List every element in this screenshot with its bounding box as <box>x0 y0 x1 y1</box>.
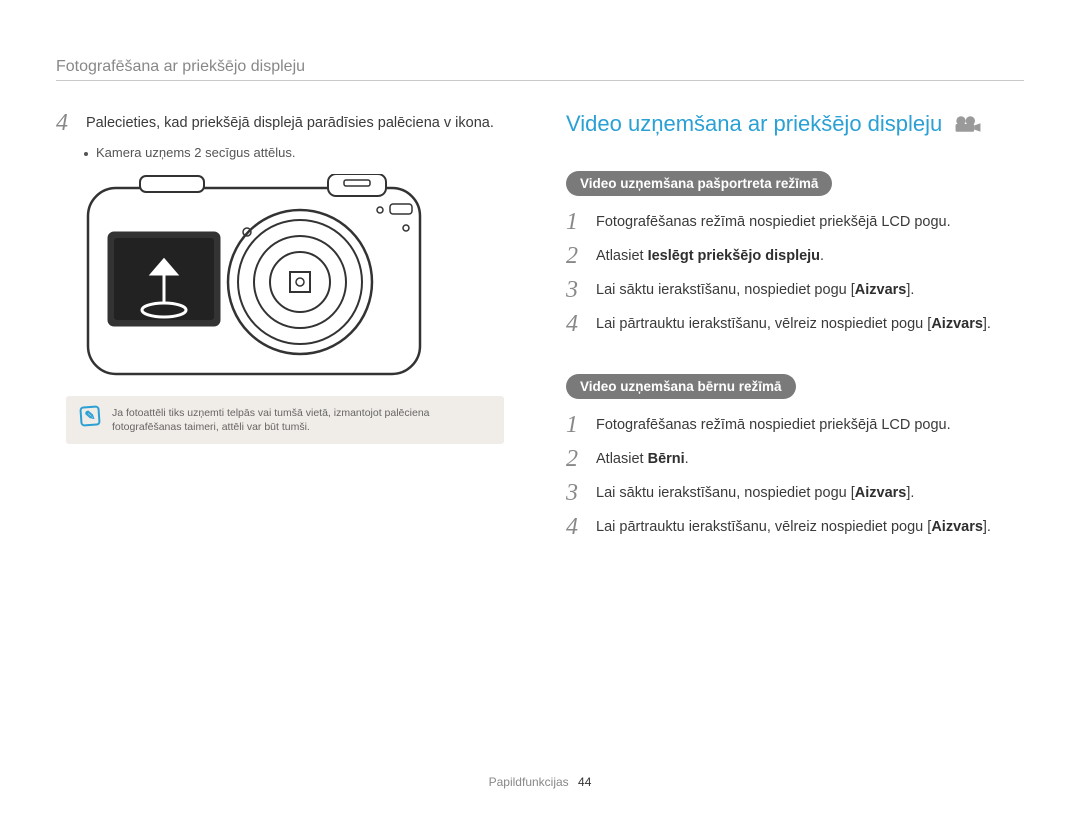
step-number: 4 <box>566 515 586 539</box>
note-box: ✎ Ja fotoattēli tiks uzņemti telpās vai … <box>66 396 504 444</box>
movie-camera-icon <box>954 115 982 133</box>
step-number: 4 <box>56 111 76 135</box>
step-number: 1 <box>566 413 586 437</box>
footer-label: Papildfunkcijas <box>489 775 569 789</box>
step-number: 2 <box>566 447 586 471</box>
step-number: 3 <box>566 481 586 505</box>
step-text: Lai pārtrauktu ierakstīšanu, vēlreiz nos… <box>596 515 991 538</box>
step-4: 4 Palecieties, kad priekšējā displejā pa… <box>56 111 514 135</box>
step-text: Atlasiet Ieslēgt priekšējo displeju. <box>596 244 824 267</box>
step-text: Lai pārtrauktu ierakstīšanu, vēlreiz nos… <box>596 312 991 335</box>
step-text: Palecieties, kad priekšējā displejā parā… <box>86 111 494 134</box>
step-number: 2 <box>566 244 586 268</box>
note-text: Ja fotoattēli tiks uzņemti telpās vai tu… <box>112 406 490 434</box>
footer-page-number: 44 <box>578 775 591 789</box>
s1-step-2: 2 Atlasiet Ieslēgt priekšējo displeju. <box>566 244 1024 268</box>
step-number: 3 <box>566 278 586 302</box>
s2-step-3: 3 Lai sāktu ierakstīšanu, nospiediet pog… <box>566 481 1024 505</box>
s1-step-3: 3 Lai sāktu ierakstīšanu, nospiediet pog… <box>566 278 1024 302</box>
section-title: Video uzņemšana ar priekšējo displeju <box>566 111 1024 137</box>
camera-illustration <box>84 174 424 378</box>
info-icon: ✎ <box>79 405 100 426</box>
step-text: Fotografēšanas režīmā nospiediet priekšē… <box>596 210 951 233</box>
step-text: Lai sāktu ierakstīšanu, nospiediet pogu … <box>596 278 914 301</box>
s2-step-2: 2 Atlasiet Bērni. <box>566 447 1024 471</box>
footer: Papildfunkcijas 44 <box>0 775 1080 789</box>
left-column: 4 Palecieties, kad priekšējā displejā pa… <box>56 111 514 549</box>
step-text: Lai sāktu ierakstīšanu, nospiediet pogu … <box>596 481 914 504</box>
section-title-text: Video uzņemšana ar priekšējo displeju <box>566 111 942 137</box>
right-column: Video uzņemšana ar priekšējo displeju Vi… <box>566 111 1024 549</box>
bullet-text: Kamera uzņems 2 secīgus attēlus. <box>96 145 295 160</box>
step-text: Atlasiet Bērni. <box>596 447 689 470</box>
bullet-dot-icon <box>84 152 88 156</box>
step-number: 1 <box>566 210 586 234</box>
step-number: 4 <box>566 312 586 336</box>
s1-step-1: 1 Fotografēšanas režīmā nospiediet priek… <box>566 210 1024 234</box>
pill-selfie-mode: Video uzņemšana pašportreta režīmā <box>566 171 832 196</box>
page-header: Fotografēšana ar priekšējo displeju <box>56 58 1024 81</box>
bullet-note: Kamera uzņems 2 secīgus attēlus. <box>84 145 514 160</box>
s2-step-4: 4 Lai pārtrauktu ierakstīšanu, vēlreiz n… <box>566 515 1024 539</box>
step-text: Fotografēšanas režīmā nospiediet priekšē… <box>596 413 951 436</box>
s2-step-1: 1 Fotografēšanas režīmā nospiediet priek… <box>566 413 1024 437</box>
pill-children-mode: Video uzņemšana bērnu režīmā <box>566 374 796 399</box>
s1-step-4: 4 Lai pārtrauktu ierakstīšanu, vēlreiz n… <box>566 312 1024 336</box>
